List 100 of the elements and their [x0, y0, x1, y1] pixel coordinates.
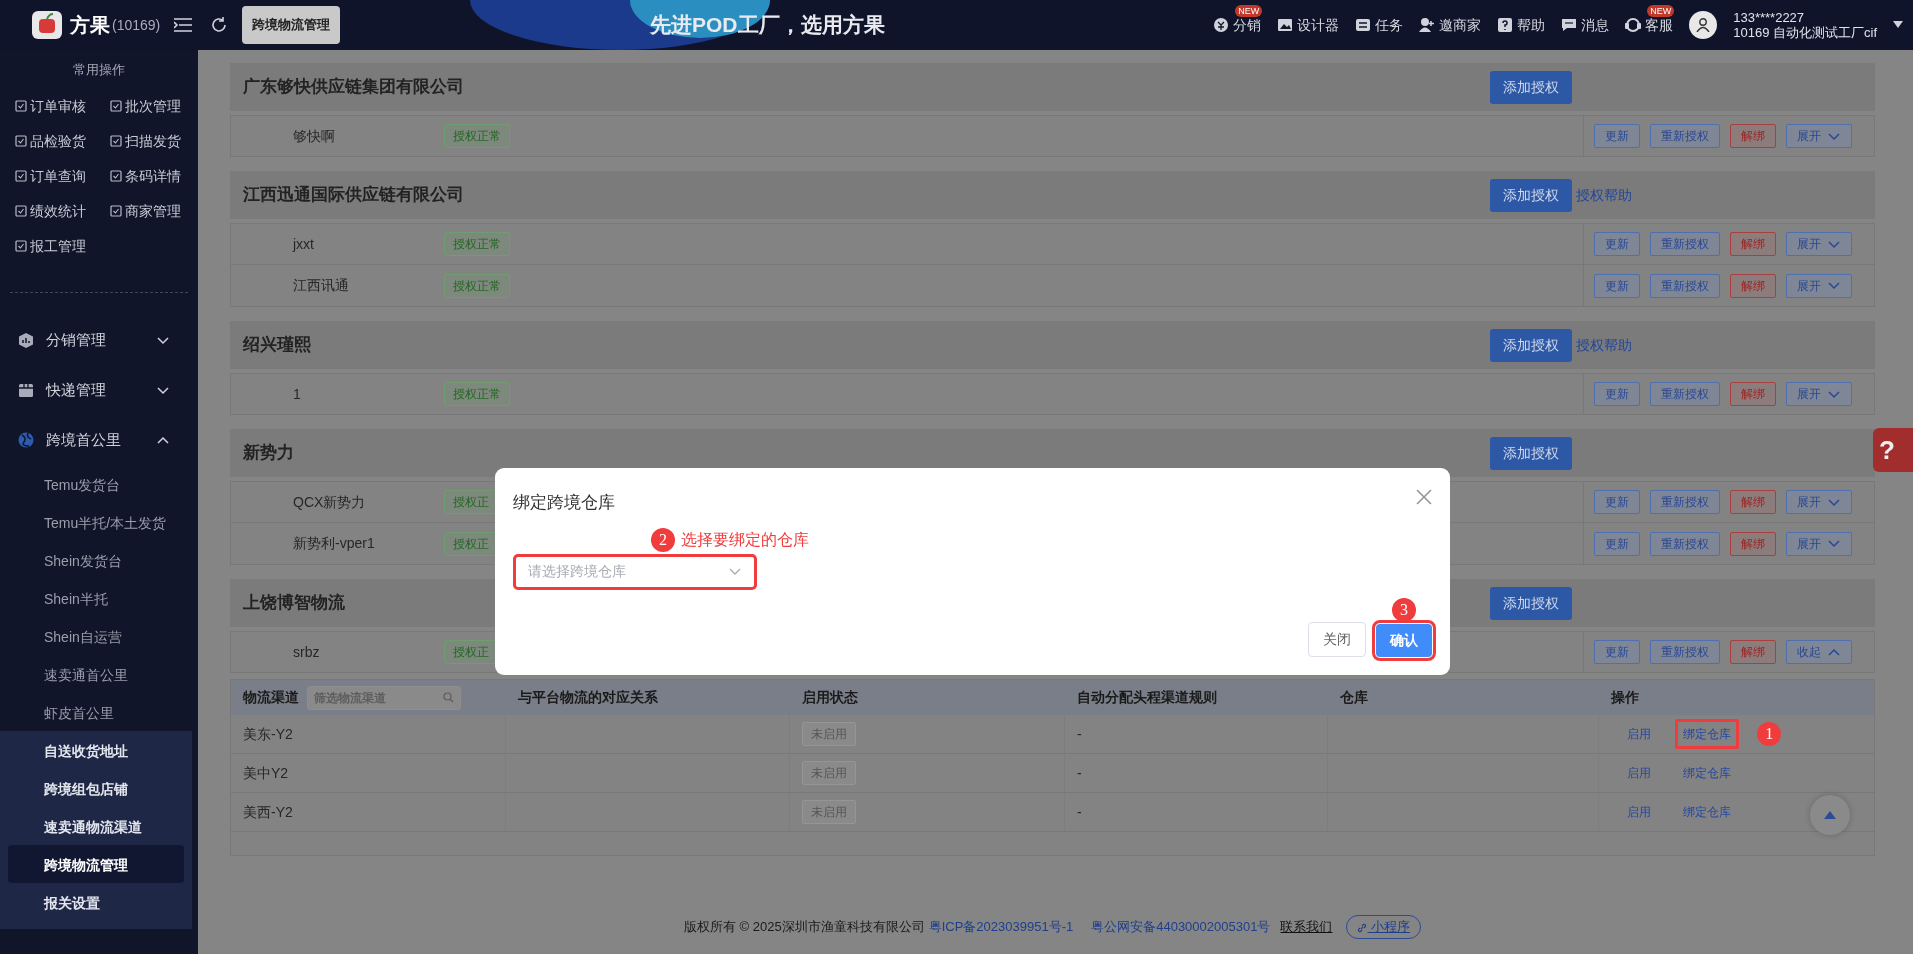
unbind-button[interactable]: 解绑 [1730, 640, 1776, 664]
close-icon [1416, 489, 1432, 506]
toggle-button[interactable]: 展开 [1786, 273, 1852, 298]
column-header: 自动分配头程渠道规则 [1077, 688, 1217, 707]
help-link[interactable]: 授权帮助 [1576, 334, 1632, 356]
top-menu-item[interactable]: 客服 [1625, 14, 1674, 36]
action-button[interactable]: 更新 [1594, 531, 1640, 556]
help-link[interactable]: 授权帮助 [1576, 184, 1632, 206]
company-name: 上饶博智物流 [243, 592, 345, 615]
avatar[interactable] [1689, 11, 1718, 39]
unbind-button[interactable]: 解绑 [1730, 382, 1776, 406]
action-button[interactable]: 重新授权 [1650, 273, 1720, 298]
table-cell-text: 美西-Y2 [243, 802, 293, 822]
action-button[interactable]: 重新授权 [1650, 124, 1720, 148]
close-button[interactable] [1416, 486, 1432, 507]
sidebar-subitem[interactable]: 报关设置 [8, 883, 184, 921]
sidebar-menu-item[interactable]: 快递管理 [0, 365, 192, 415]
unbind-button[interactable]: 解绑 [1730, 273, 1776, 298]
quick-action[interactable]: 批次管理 [110, 94, 198, 118]
sidebar-subitem[interactable]: Temu发货台 [0, 465, 192, 503]
quick-action[interactable]: 报工管理 [15, 234, 110, 258]
refresh-icon[interactable] [210, 16, 228, 34]
account-name: jxxt [291, 234, 315, 254]
warehouse-select[interactable]: 请选择跨境仓库 [513, 553, 757, 590]
bind-warehouse-link[interactable]: 绑定仓库 [1675, 719, 1740, 749]
cancel-button[interactable]: 关闭 [1308, 622, 1366, 657]
toggle-button[interactable]: 展开 [1786, 531, 1852, 556]
arrow-up-icon [1824, 811, 1836, 819]
sidebar-menu-item[interactable]: 跨境首公里 [0, 415, 192, 465]
table-cell-text: - [1077, 802, 1082, 822]
icp-link[interactable]: 粤ICP备2023039951号-1 [928, 917, 1074, 937]
action-button[interactable]: 更新 [1594, 382, 1640, 406]
caret-icon[interactable] [1893, 21, 1903, 29]
quick-action[interactable]: 绩效统计 [15, 199, 110, 223]
add-user-icon [1419, 17, 1436, 33]
bind-warehouse-link[interactable]: 绑定仓库 [1675, 797, 1740, 827]
company-name: 广东够快供应链集团有限公司 [243, 76, 464, 99]
toggle-button[interactable]: 展开 [1786, 124, 1852, 148]
top-menu-item[interactable]: 消息 [1561, 14, 1610, 36]
sidebar-subitem[interactable]: Shein自运营 [0, 617, 192, 655]
sidebar-menu-item[interactable]: 分销管理 [0, 315, 192, 365]
logo-icon [32, 11, 62, 39]
company-name: 绍兴瑾熙 [243, 334, 311, 357]
square-icon [110, 170, 122, 182]
unbind-button[interactable]: 解绑 [1730, 490, 1776, 514]
action-button[interactable]: 重新授权 [1650, 531, 1720, 556]
sidebar-subitem[interactable]: 速卖通物流渠道 [8, 807, 184, 845]
toggle-button[interactable]: 收起 [1786, 640, 1852, 664]
add-auth-button[interactable]: 添加授权 [1490, 70, 1572, 104]
toggle-button[interactable]: 展开 [1786, 490, 1852, 514]
action-button[interactable]: 更新 [1594, 490, 1640, 514]
quick-action[interactable]: 商家管理 [110, 199, 198, 223]
action-button[interactable]: 更新 [1594, 124, 1640, 148]
status-tag: 授权正常 [444, 382, 510, 406]
quick-action[interactable]: 品检验货 [15, 129, 110, 153]
unbind-button[interactable]: 解绑 [1730, 232, 1776, 256]
sidebar-subitem[interactable]: 速卖通首公里 [0, 655, 192, 693]
toggle-button[interactable]: 展开 [1786, 382, 1852, 406]
square-icon [110, 100, 122, 112]
enable-link[interactable]: 启用 [1619, 719, 1660, 749]
help-tab[interactable]: ? [1873, 428, 1913, 472]
action-button[interactable]: 重新授权 [1650, 640, 1720, 664]
action-button[interactable]: 重新授权 [1650, 490, 1720, 514]
add-auth-button[interactable]: 添加授权 [1490, 328, 1572, 362]
sidebar-subitem[interactable]: Shein发货台 [0, 541, 192, 579]
column-header: 启用状态 [802, 688, 859, 707]
sidebar-subitem[interactable]: Shein半托 [0, 579, 192, 617]
quick-action[interactable]: 订单查询 [15, 164, 110, 188]
quick-action[interactable]: 订单审核 [15, 94, 110, 118]
table-cell-text: - [1077, 724, 1082, 744]
action-button[interactable]: 更新 [1594, 640, 1640, 664]
action-button[interactable]: 重新授权 [1650, 382, 1720, 406]
police-record-link[interactable]: 粤公网安备44030002005301号 [1091, 917, 1271, 937]
menu-icon[interactable] [174, 18, 192, 32]
unbind-button[interactable]: 解绑 [1730, 531, 1776, 556]
status-tag: 授权正常 [444, 124, 510, 148]
enable-link[interactable]: 启用 [1619, 797, 1660, 827]
sidebar-subitem[interactable]: 虾皮首公里 [0, 693, 192, 731]
top-menu-item[interactable]: 邀商家 [1419, 14, 1482, 36]
action-button[interactable]: 更新 [1594, 232, 1640, 256]
sidebar-subitem[interactable]: 自送收货地址 [8, 731, 184, 769]
page-tab[interactable]: 跨境物流管理 [242, 6, 340, 44]
sidebar-subitem[interactable]: 跨境物流管理 [8, 845, 184, 883]
top-menu-item[interactable]: 设计器 [1277, 14, 1340, 36]
top-menu-item[interactable]: 帮助 [1497, 14, 1546, 36]
bind-warehouse-link[interactable]: 绑定仓库 [1675, 758, 1740, 788]
toggle-button[interactable]: 展开 [1786, 232, 1852, 256]
contact-link[interactable]: 联系我们 [1280, 917, 1333, 937]
sidebar-subitem[interactable]: Temu半托/本土发货 [0, 503, 192, 541]
unbind-button[interactable]: 解绑 [1730, 124, 1776, 148]
quick-action[interactable]: 扫描发货 [110, 129, 198, 153]
quick-action[interactable]: 条码详情 [110, 164, 198, 188]
action-button[interactable]: 更新 [1594, 273, 1640, 298]
enable-link[interactable]: 启用 [1619, 758, 1660, 788]
sidebar-subitem[interactable]: 跨境组包店铺 [8, 769, 184, 807]
top-menu-item[interactable]: 任务 [1355, 14, 1404, 36]
action-button[interactable]: 重新授权 [1650, 232, 1720, 256]
add-auth-button[interactable]: 添加授权 [1490, 178, 1572, 212]
add-auth-button[interactable]: 添加授权 [1490, 436, 1572, 470]
add-auth-button[interactable]: 添加授权 [1490, 586, 1572, 620]
